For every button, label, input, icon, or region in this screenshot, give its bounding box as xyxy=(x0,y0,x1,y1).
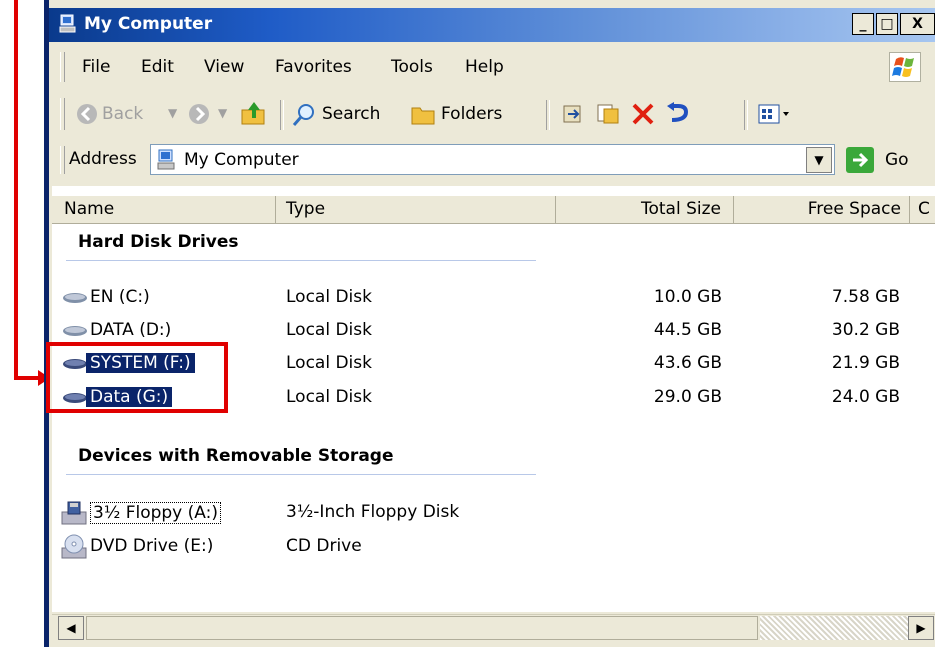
column-header-total-size[interactable]: Total Size xyxy=(556,196,734,224)
views-button[interactable] xyxy=(758,103,792,130)
folders-button[interactable] xyxy=(410,102,436,131)
column-header-free-space[interactable]: Free Space xyxy=(734,196,910,224)
toolbar-separator xyxy=(546,100,550,130)
undo-icon xyxy=(667,102,689,122)
views-icon xyxy=(758,104,789,124)
annotation-arrow-line xyxy=(14,376,40,380)
maximize-button[interactable]: □ xyxy=(876,13,898,35)
list-item[interactable]: DVD Drive (E:) CD Drive xyxy=(60,534,600,562)
go-button[interactable] xyxy=(845,146,875,179)
column-header-name[interactable]: Name xyxy=(52,196,276,224)
menu-view[interactable]: View xyxy=(204,57,244,77)
windows-logo-icon xyxy=(889,52,921,82)
folders-label: Folders xyxy=(441,104,503,124)
window-border xyxy=(44,0,49,647)
up-folder-button[interactable] xyxy=(240,100,268,133)
group-divider xyxy=(66,474,536,475)
window-title: My Computer xyxy=(84,14,213,34)
hard-drive-icon xyxy=(63,326,87,336)
menu-grip xyxy=(60,52,65,82)
go-arrow-icon xyxy=(846,147,874,173)
drive-free-space: 30.2 GB xyxy=(831,320,900,340)
toolbar-separator xyxy=(280,100,284,130)
drive-total-size: 29.0 GB xyxy=(653,387,722,407)
back-dropdown-icon[interactable]: ▼ xyxy=(168,106,177,120)
toolbar-grip xyxy=(60,98,65,130)
drive-type: 3½-Inch Floppy Disk xyxy=(286,502,460,522)
drive-free-space: 7.58 GB xyxy=(831,287,900,307)
back-arrow-icon xyxy=(77,104,97,124)
drive-type: Local Disk xyxy=(286,353,372,373)
toolbar-separator xyxy=(744,100,748,130)
dvd-drive-icon xyxy=(61,534,87,559)
scrollbar-thumb[interactable] xyxy=(86,616,758,640)
menu-tools[interactable]: Tools xyxy=(391,57,433,77)
move-to-button[interactable] xyxy=(560,102,586,131)
forward-button[interactable] xyxy=(188,103,210,130)
drive-total-size: 44.5 GB xyxy=(653,320,722,340)
scroll-right-button[interactable]: ▶ xyxy=(908,616,934,640)
group-header-removable-storage: Devices with Removable Storage xyxy=(78,446,394,466)
address-grip xyxy=(60,146,65,174)
menu-edit[interactable]: Edit xyxy=(141,57,174,77)
drive-name: DATA (D:) xyxy=(90,320,172,340)
drive-type: Local Disk xyxy=(286,320,372,340)
up-folder-icon xyxy=(241,102,265,125)
search-button[interactable] xyxy=(291,102,317,133)
column-header-type[interactable]: Type xyxy=(276,196,556,224)
address-dropdown-button[interactable]: ▼ xyxy=(806,147,832,173)
folders-icon xyxy=(411,107,435,125)
drive-name: 3½ Floppy (A:) xyxy=(90,502,221,524)
drive-type: Local Disk xyxy=(286,287,372,307)
drive-type: CD Drive xyxy=(286,536,362,556)
back-label: Back xyxy=(102,104,144,124)
minimize-button[interactable]: _ xyxy=(852,13,874,35)
address-value: My Computer xyxy=(184,150,299,170)
go-label: Go xyxy=(885,150,909,170)
floppy-drive-icon xyxy=(61,501,87,525)
drive-total-size: 43.6 GB xyxy=(653,353,722,373)
search-label: Search xyxy=(322,104,381,124)
delete-icon xyxy=(632,103,654,125)
delete-button[interactable] xyxy=(630,102,656,131)
drive-free-space: 24.0 GB xyxy=(831,387,900,407)
forward-arrow-icon xyxy=(189,104,209,124)
menu-favorites[interactable]: Favorites xyxy=(275,57,352,77)
list-item[interactable]: EN (C:) Local Disk xyxy=(60,287,600,313)
column-header-comments[interactable]: C xyxy=(910,196,935,224)
drive-free-space: 21.9 GB xyxy=(831,353,900,373)
forward-dropdown-icon[interactable]: ▼ xyxy=(218,106,227,120)
menu-file[interactable]: File xyxy=(82,57,110,77)
hard-drive-icon xyxy=(63,293,87,303)
drive-name: DVD Drive (E:) xyxy=(90,536,214,556)
search-icon xyxy=(292,104,314,126)
copy-to-icon xyxy=(597,104,619,124)
copy-to-button[interactable] xyxy=(595,102,621,131)
annotation-highlight-box xyxy=(46,342,228,413)
address-label: Address xyxy=(69,149,137,169)
group-divider xyxy=(66,260,536,261)
drive-type: Local Disk xyxy=(286,387,372,407)
drive-name: EN (C:) xyxy=(90,287,150,307)
undo-button[interactable] xyxy=(664,102,692,131)
scroll-left-button[interactable]: ◀ xyxy=(58,616,84,640)
drive-total-size: 10.0 GB xyxy=(653,287,722,307)
group-header-hard-disk-drives: Hard Disk Drives xyxy=(78,232,239,252)
close-button[interactable]: X xyxy=(900,13,935,35)
my-computer-small-icon xyxy=(156,149,178,176)
list-item[interactable]: 3½ Floppy (A:) 3½-Inch Floppy Disk xyxy=(60,500,600,528)
my-computer-icon xyxy=(58,14,78,34)
back-button[interactable] xyxy=(76,103,98,130)
annotation-arrow-line xyxy=(14,0,18,380)
move-to-icon xyxy=(563,105,581,123)
scrollbar-track[interactable] xyxy=(760,616,908,640)
menu-help[interactable]: Help xyxy=(465,57,504,77)
